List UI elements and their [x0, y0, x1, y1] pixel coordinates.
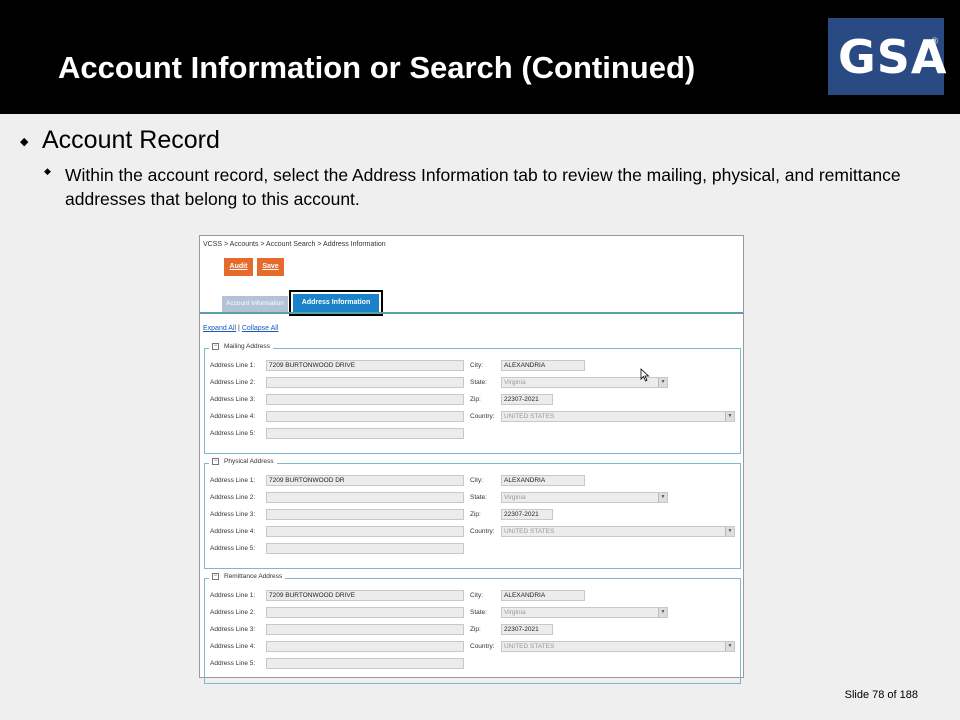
section-title: Mailing Address	[224, 343, 270, 351]
address-line-5-input[interactable]	[266, 428, 464, 439]
address-line-3-input[interactable]	[266, 394, 464, 405]
state-value: Virginia	[504, 379, 526, 386]
state-label: State:	[470, 379, 487, 386]
address-line-1-input[interactable]: 7209 BURTONWOOD DR	[266, 475, 464, 486]
city-input[interactable]: ALEXANDRIA	[501, 475, 585, 486]
address-line-label: Address Line 3:	[210, 511, 256, 518]
country-value: UNITED STATES	[504, 528, 555, 535]
address-section: − Mailing Address Address Line 1: 7209 BURT…	[204, 343, 741, 454]
country-select[interactable]: UNITED STATES ▼	[501, 526, 735, 537]
dropdown-arrow-icon[interactable]: ▼	[725, 642, 734, 651]
country-value: UNITED STATES	[504, 643, 555, 650]
section-title: Physical Address	[224, 458, 274, 466]
state-value: Virginia	[504, 609, 526, 616]
address-line-label: Address Line 1:	[210, 477, 256, 484]
dropdown-arrow-icon[interactable]: ▼	[658, 608, 667, 617]
address-line-label: Address Line 4:	[210, 413, 256, 420]
address-line-label: Address Line 5:	[210, 430, 256, 437]
section-title: Remittance Address	[224, 573, 283, 581]
address-line-4-input[interactable]	[266, 411, 464, 422]
dropdown-arrow-icon[interactable]: ▼	[725, 527, 734, 536]
state-label: State:	[470, 494, 487, 501]
zip-label: Zip:	[470, 511, 481, 518]
address-line-label: Address Line 2:	[210, 609, 256, 616]
tab-underline	[200, 312, 743, 314]
slide-title: Account Information or Search (Continued…	[58, 50, 696, 85]
address-section: − Physical Address Address Line 1: 7209 BUR…	[204, 458, 741, 569]
breadcrumb[interactable]: VCSS > Accounts > Account Search > Addre…	[203, 241, 386, 248]
address-line-2-input[interactable]	[266, 377, 464, 388]
save-button[interactable]: Save	[257, 258, 284, 276]
slide-header: Account Information or Search (Continued…	[0, 0, 960, 114]
section-header[interactable]: − Physical Address	[209, 458, 277, 466]
city-input[interactable]: ALEXANDRIA	[501, 360, 585, 371]
address-line-label: Address Line 2:	[210, 379, 256, 386]
address-line-label: Address Line 1:	[210, 592, 256, 599]
zip-input[interactable]: 22307-2021	[501, 509, 553, 520]
bullet-level-2-text: Within the account record, select the Ad…	[65, 165, 901, 209]
address-line-2-input[interactable]	[266, 607, 464, 618]
bullet-level-2: ◆ Within the account record, select the …	[44, 163, 944, 211]
address-section: − Remittance Address Address Line 1: 7209 B…	[204, 573, 741, 684]
collapse-minus-icon[interactable]: −	[212, 343, 219, 350]
address-line-label: Address Line 1:	[210, 362, 256, 369]
city-label: City:	[470, 362, 483, 369]
address-line-label: Address Line 4:	[210, 643, 256, 650]
city-label: City:	[470, 477, 483, 484]
audit-button[interactable]: Audit	[224, 258, 253, 276]
country-label: Country:	[470, 528, 495, 535]
tab-address-information[interactable]: Address Information	[293, 294, 379, 312]
city-label: City:	[470, 592, 483, 599]
zip-input[interactable]: 22307-2021	[501, 624, 553, 635]
zip-label: Zip:	[470, 396, 481, 403]
slide-number: Slide 78 of 188	[844, 689, 918, 701]
app-screenshot: VCSS > Accounts > Account Search > Addre…	[199, 235, 744, 684]
link-separator: |	[238, 325, 240, 332]
country-value: UNITED STATES	[504, 413, 555, 420]
address-line-3-input[interactable]	[266, 624, 464, 635]
gsa-logo: GSA ®	[828, 18, 947, 95]
address-line-label: Address Line 2:	[210, 494, 256, 501]
expand-all-link[interactable]: Expand All	[203, 325, 236, 332]
collapse-minus-icon[interactable]: −	[212, 458, 219, 465]
country-select[interactable]: UNITED STATES ▼	[501, 411, 735, 422]
dropdown-arrow-icon[interactable]: ▼	[658, 378, 667, 387]
country-label: Country:	[470, 413, 495, 420]
address-line-2-input[interactable]	[266, 492, 464, 503]
section-header[interactable]: − Mailing Address	[209, 343, 273, 351]
address-line-label: Address Line 3:	[210, 626, 256, 633]
mouse-pointer-icon	[640, 368, 650, 382]
city-input[interactable]: ALEXANDRIA	[501, 590, 585, 601]
collapse-all-link[interactable]: Collapse All	[242, 325, 279, 332]
zip-input[interactable]: 22307-2021	[501, 394, 553, 405]
address-line-1-input[interactable]: 7209 BURTONWOOD DRIVE	[266, 360, 464, 371]
country-select[interactable]: UNITED STATES ▼	[501, 641, 735, 652]
state-select[interactable]: Virginia ▼	[501, 607, 668, 618]
address-line-label: Address Line 5:	[210, 545, 256, 552]
dropdown-arrow-icon[interactable]: ▼	[725, 412, 734, 421]
bullet-level-1-text: Account Record	[42, 126, 220, 154]
collapse-minus-icon[interactable]: −	[212, 573, 219, 580]
dropdown-arrow-icon[interactable]: ▼	[658, 493, 667, 502]
section-header[interactable]: − Remittance Address	[209, 573, 286, 581]
diamond-bullet-icon: ◆	[20, 136, 29, 148]
address-line-4-input[interactable]	[266, 526, 464, 537]
address-line-5-input[interactable]	[266, 658, 464, 669]
expand-collapse-links: Expand All | Collapse All	[203, 325, 278, 332]
zip-label: Zip:	[470, 626, 481, 633]
address-line-label: Address Line 4:	[210, 528, 256, 535]
state-label: State:	[470, 609, 487, 616]
diamond-bullet-icon: ◆	[44, 166, 51, 176]
address-line-3-input[interactable]	[266, 509, 464, 520]
address-line-1-input[interactable]: 7209 BURTONWOOD DRIVE	[266, 590, 464, 601]
address-line-4-input[interactable]	[266, 641, 464, 652]
state-select[interactable]: Virginia ▼	[501, 492, 668, 503]
address-line-5-input[interactable]	[266, 543, 464, 554]
registered-mark: ®	[931, 36, 938, 46]
state-value: Virginia	[504, 494, 526, 501]
address-line-label: Address Line 3:	[210, 396, 256, 403]
address-line-label: Address Line 5:	[210, 660, 256, 667]
tab-account-information[interactable]: Account Information	[222, 296, 288, 312]
country-label: Country:	[470, 643, 495, 650]
